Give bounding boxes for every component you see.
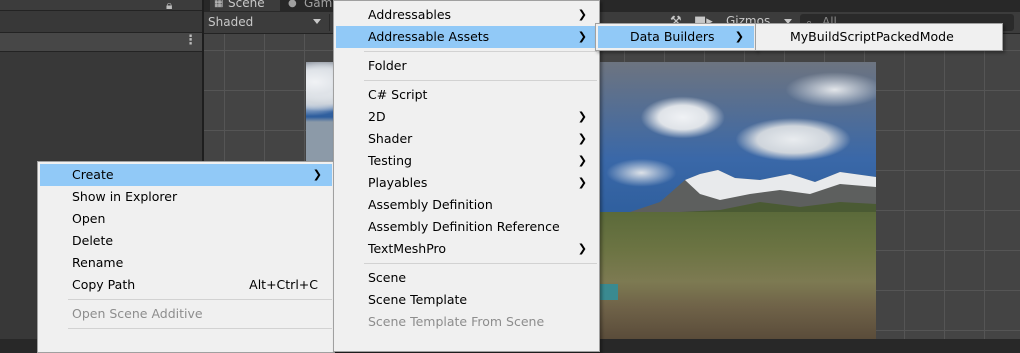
menu-item-scene-template[interactable]: Scene Template [336, 289, 597, 311]
menu-item-textmeshpro[interactable]: TextMeshPro ❯ [336, 238, 597, 260]
menu-item-data-builders[interactable]: Data Builders ❯ [598, 26, 754, 48]
menu-item-show-in-explorer[interactable]: Show in Explorer [40, 186, 332, 208]
menu-item-create[interactable]: Create ❯ [40, 164, 332, 186]
chevron-right-icon: ❯ [577, 8, 587, 21]
menu-item-addressables[interactable]: Addressables ❯ [336, 4, 597, 26]
menu-item-assembly-definition[interactable]: Assembly Definition [336, 194, 597, 216]
landscape-image [600, 62, 876, 339]
menu-item-addressable-assets[interactable]: Addressable Assets ❯ [336, 26, 597, 48]
panel-lock-icon[interactable]: 🔒︎ [166, 0, 172, 13]
chevron-right-icon: ❯ [734, 30, 744, 43]
shading-mode-dropdown[interactable]: Shaded [206, 13, 328, 32]
menu-item-2d[interactable]: 2D ❯ [336, 106, 597, 128]
panel-menu-kebab-icon[interactable]: ⋮ [184, 33, 197, 48]
tab-scene-label: Scene [228, 0, 265, 10]
landscape-image-thumbnail [306, 62, 336, 162]
chevron-right-icon: ❯ [577, 30, 587, 43]
chevron-right-icon: ❯ [577, 154, 587, 167]
addressable-assets-submenu: Data Builders ❯ [595, 23, 757, 51]
menu-item-open[interactable]: Open [40, 208, 332, 230]
menu-item-csharp-script[interactable]: C# Script [336, 84, 597, 106]
project-context-menu: Create ❯ Show in Explorer Open Delete Ren… [37, 161, 335, 353]
menu-item-folder[interactable]: Folder [336, 55, 597, 77]
menu-item-scene-template-from-scene: Scene Template From Scene [368, 314, 545, 329]
toolbar-divider [329, 14, 330, 31]
menu-separator [68, 328, 332, 329]
chevron-right-icon: ❯ [312, 168, 322, 181]
data-builders-submenu: MyBuildScriptPackedMode [755, 23, 1003, 51]
menu-separator [364, 80, 597, 81]
tab-game[interactable]: ● Game [284, 0, 340, 10]
menu-separator [364, 263, 597, 264]
menu-item-delete[interactable]: Delete [40, 230, 332, 252]
chevron-right-icon: ❯ [577, 176, 587, 189]
menu-separator [364, 51, 597, 52]
chevron-down-icon [313, 19, 321, 24]
chevron-right-icon: ❯ [577, 242, 587, 255]
menu-item-rename[interactable]: Rename [40, 252, 332, 274]
shortcut-label: Alt+Ctrl+C [249, 277, 318, 292]
chevron-right-icon: ❯ [577, 110, 587, 123]
menu-item-testing[interactable]: Testing ❯ [336, 150, 597, 172]
menu-item-shader[interactable]: Shader ❯ [336, 128, 597, 150]
menu-item-playables[interactable]: Playables ❯ [336, 172, 597, 194]
grid-icon: ▦ [214, 0, 224, 9]
menu-item-assembly-definition-reference[interactable]: Assembly Definition Reference [336, 216, 597, 238]
tab-scene[interactable]: ▦ Scene [210, 0, 280, 11]
chevron-right-icon: ❯ [577, 132, 587, 145]
menu-item-scene[interactable]: Scene [336, 267, 597, 289]
menu-item-copy-path[interactable]: Copy Path Alt+Ctrl+C [40, 274, 332, 296]
menu-separator [68, 299, 332, 300]
menu-item-my-build-script-packed-mode[interactable]: MyBuildScriptPackedMode [758, 26, 1000, 48]
menu-item-open-scene-additive: Open Scene Additive [72, 306, 203, 321]
gamepad-icon: ● [288, 0, 297, 9]
create-submenu: Addressables ❯ Addressable Assets ❯ Folder… [333, 0, 600, 352]
project-search-bar[interactable] [0, 32, 202, 52]
